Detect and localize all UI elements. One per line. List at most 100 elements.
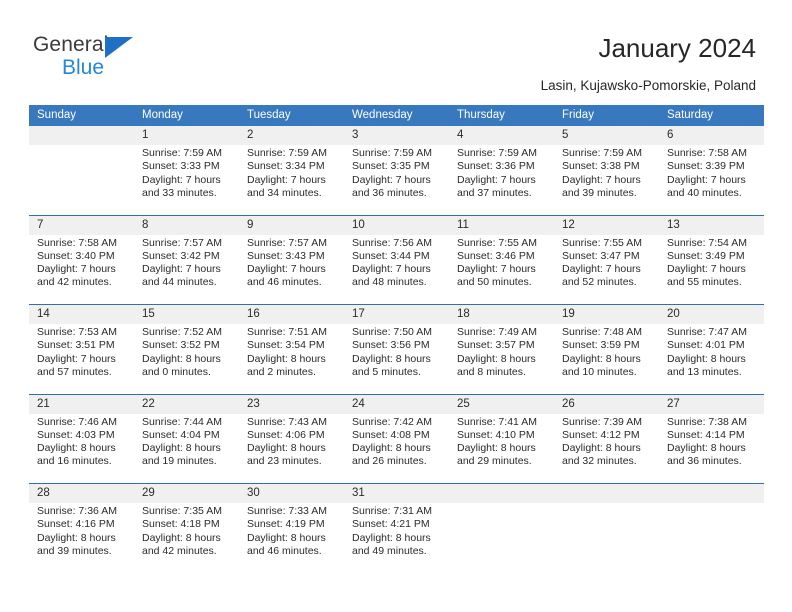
day-sun-info: Sunrise: 7:58 AM Sunset: 3:39 PM Dayligh…: [667, 147, 747, 199]
day-number[interactable]: 23: [239, 393, 344, 414]
day-number[interactable]: 25: [449, 393, 554, 414]
day-cell: [29, 145, 134, 215]
day-sun-info: Sunrise: 7:42 AM Sunset: 4:08 PM Dayligh…: [352, 415, 432, 468]
day-sun-info: Sunrise: 7:53 AM Sunset: 3:51 PM Dayligh…: [37, 326, 117, 378]
day-number[interactable]: 13: [659, 214, 764, 235]
day-number[interactable]: 31: [344, 483, 449, 503]
day-sun-info: Sunrise: 7:49 AM Sunset: 3:57 PM Dayligh…: [457, 326, 537, 378]
day-number[interactable]: 21: [29, 393, 134, 414]
week-row-numbers: 14 15 16 17 18 19 20: [29, 304, 764, 324]
day-cell: [449, 503, 554, 573]
day-sun-info: Sunrise: 7:55 AM Sunset: 3:46 PM Dayligh…: [457, 236, 537, 289]
day-cell: Sunrise: 7:59 AM Sunset: 3:34 PM Dayligh…: [239, 145, 344, 215]
week-row-details: Sunrise: 7:58 AM Sunset: 3:40 PM Dayligh…: [29, 234, 764, 305]
calendar-table: Sunday Monday Tuesday Wednesday Thursday…: [29, 105, 764, 573]
week-row-details: Sunrise: 7:59 AM Sunset: 3:33 PM Dayligh…: [29, 145, 764, 215]
day-sun-info: Sunrise: 7:35 AM Sunset: 4:18 PM Dayligh…: [142, 505, 222, 557]
day-sun-info: Sunrise: 7:59 AM Sunset: 3:33 PM Dayligh…: [142, 147, 222, 199]
day-number[interactable]: 12: [554, 214, 659, 235]
day-sun-info: Sunrise: 7:39 AM Sunset: 4:12 PM Dayligh…: [562, 415, 642, 468]
day-sun-info: Sunrise: 7:57 AM Sunset: 3:42 PM Dayligh…: [142, 236, 222, 289]
day-number[interactable]: 15: [134, 304, 239, 324]
week-row-details: Sunrise: 7:53 AM Sunset: 3:51 PM Dayligh…: [29, 324, 764, 394]
day-cell: Sunrise: 7:38 AM Sunset: 4:14 PM Dayligh…: [659, 413, 764, 484]
day-number[interactable]: 5: [554, 126, 659, 145]
day-sun-info: Sunrise: 7:57 AM Sunset: 3:43 PM Dayligh…: [247, 236, 327, 289]
day-sun-info: Sunrise: 7:52 AM Sunset: 3:52 PM Dayligh…: [142, 326, 222, 378]
day-number[interactable]: 2: [239, 126, 344, 145]
day-cell: Sunrise: 7:58 AM Sunset: 3:40 PM Dayligh…: [29, 234, 134, 305]
day-cell: Sunrise: 7:44 AM Sunset: 4:04 PM Dayligh…: [134, 413, 239, 484]
day-cell: Sunrise: 7:33 AM Sunset: 4:19 PM Dayligh…: [239, 503, 344, 573]
day-sun-info: Sunrise: 7:58 AM Sunset: 3:40 PM Dayligh…: [37, 236, 117, 289]
weekday-header-monday: Monday: [134, 105, 239, 126]
day-cell: Sunrise: 7:47 AM Sunset: 4:01 PM Dayligh…: [659, 324, 764, 394]
day-number: [554, 483, 659, 503]
day-sun-info: Sunrise: 7:41 AM Sunset: 4:10 PM Dayligh…: [457, 415, 537, 468]
day-sun-info: Sunrise: 7:56 AM Sunset: 3:44 PM Dayligh…: [352, 236, 432, 289]
day-cell: Sunrise: 7:59 AM Sunset: 3:36 PM Dayligh…: [449, 145, 554, 215]
day-number[interactable]: 27: [659, 393, 764, 414]
day-number[interactable]: 11: [449, 214, 554, 235]
day-sun-info: Sunrise: 7:54 AM Sunset: 3:49 PM Dayligh…: [667, 236, 747, 289]
day-number[interactable]: 22: [134, 393, 239, 414]
day-sun-info: Sunrise: 7:43 AM Sunset: 4:06 PM Dayligh…: [247, 415, 327, 468]
day-cell: Sunrise: 7:59 AM Sunset: 3:33 PM Dayligh…: [134, 145, 239, 215]
day-number[interactable]: [29, 126, 134, 145]
day-number[interactable]: 30: [239, 483, 344, 503]
week-row-numbers: 28 29 30 31: [29, 483, 764, 503]
day-cell: [554, 503, 659, 573]
day-sun-info: Sunrise: 7:46 AM Sunset: 4:03 PM Dayligh…: [37, 415, 117, 468]
day-number[interactable]: 28: [29, 483, 134, 503]
day-number[interactable]: 20: [659, 304, 764, 324]
weekday-header-tuesday: Tuesday: [239, 105, 344, 126]
day-cell: Sunrise: 7:52 AM Sunset: 3:52 PM Dayligh…: [134, 324, 239, 394]
day-cell: Sunrise: 7:51 AM Sunset: 3:54 PM Dayligh…: [239, 324, 344, 394]
day-number[interactable]: 7: [29, 214, 134, 235]
day-cell: Sunrise: 7:59 AM Sunset: 3:38 PM Dayligh…: [554, 145, 659, 215]
page-subtitle: Lasin, Kujawsko-Pomorskie, Poland: [540, 78, 756, 93]
day-number[interactable]: 18: [449, 304, 554, 324]
day-cell: Sunrise: 7:31 AM Sunset: 4:21 PM Dayligh…: [344, 503, 449, 573]
day-cell: Sunrise: 7:55 AM Sunset: 3:47 PM Dayligh…: [554, 234, 659, 305]
day-sun-info: Sunrise: 7:44 AM Sunset: 4:04 PM Dayligh…: [142, 415, 222, 468]
day-number[interactable]: 10: [344, 214, 449, 235]
day-sun-info: Sunrise: 7:33 AM Sunset: 4:19 PM Dayligh…: [247, 505, 327, 557]
day-number[interactable]: 9: [239, 214, 344, 235]
calendar-grid: Sunday Monday Tuesday Wednesday Thursday…: [29, 105, 764, 573]
calendar-body: 1 2 3 4 5 6 Sunrise: 7:59 AM Sunset: 3:3…: [29, 126, 764, 573]
day-number[interactable]: 14: [29, 304, 134, 324]
calendar-page: General Blue January 2024 Lasin, Kujawsk…: [0, 0, 792, 612]
day-cell: Sunrise: 7:48 AM Sunset: 3:59 PM Dayligh…: [554, 324, 659, 394]
week-row-numbers: 21 22 23 24 25 26 27: [29, 393, 764, 414]
day-cell: [659, 503, 764, 573]
day-cell: Sunrise: 7:55 AM Sunset: 3:46 PM Dayligh…: [449, 234, 554, 305]
day-sun-info: Sunrise: 7:36 AM Sunset: 4:16 PM Dayligh…: [37, 505, 117, 557]
day-cell: Sunrise: 7:53 AM Sunset: 3:51 PM Dayligh…: [29, 324, 134, 394]
day-number[interactable]: 16: [239, 304, 344, 324]
day-number[interactable]: 8: [134, 214, 239, 235]
day-cell: Sunrise: 7:41 AM Sunset: 4:10 PM Dayligh…: [449, 413, 554, 484]
weekday-header-friday: Friday: [554, 105, 659, 126]
day-cell: Sunrise: 7:57 AM Sunset: 3:43 PM Dayligh…: [239, 234, 344, 305]
day-number[interactable]: 19: [554, 304, 659, 324]
day-number[interactable]: 4: [449, 126, 554, 145]
day-number[interactable]: 3: [344, 126, 449, 145]
day-number[interactable]: 29: [134, 483, 239, 503]
page-title: January 2024: [598, 33, 756, 63]
day-sun-info: Sunrise: 7:48 AM Sunset: 3:59 PM Dayligh…: [562, 326, 642, 378]
day-cell: Sunrise: 7:46 AM Sunset: 4:03 PM Dayligh…: [29, 413, 134, 484]
weekday-header-thursday: Thursday: [449, 105, 554, 126]
day-number[interactable]: 1: [134, 126, 239, 145]
week-row-numbers: 7 8 9 10 11 12 13: [29, 214, 764, 235]
day-number[interactable]: 26: [554, 393, 659, 414]
day-number[interactable]: 17: [344, 304, 449, 324]
weekday-header-saturday: Saturday: [659, 105, 764, 126]
calendar-header-row: Sunday Monday Tuesday Wednesday Thursday…: [29, 105, 764, 126]
day-cell: Sunrise: 7:56 AM Sunset: 3:44 PM Dayligh…: [344, 234, 449, 305]
day-number[interactable]: 24: [344, 393, 449, 414]
day-number[interactable]: 6: [659, 126, 764, 145]
generalblue-logo: General Blue: [33, 33, 233, 85]
day-sun-info: Sunrise: 7:31 AM Sunset: 4:21 PM Dayligh…: [352, 505, 432, 557]
day-cell: Sunrise: 7:49 AM Sunset: 3:57 PM Dayligh…: [449, 324, 554, 394]
